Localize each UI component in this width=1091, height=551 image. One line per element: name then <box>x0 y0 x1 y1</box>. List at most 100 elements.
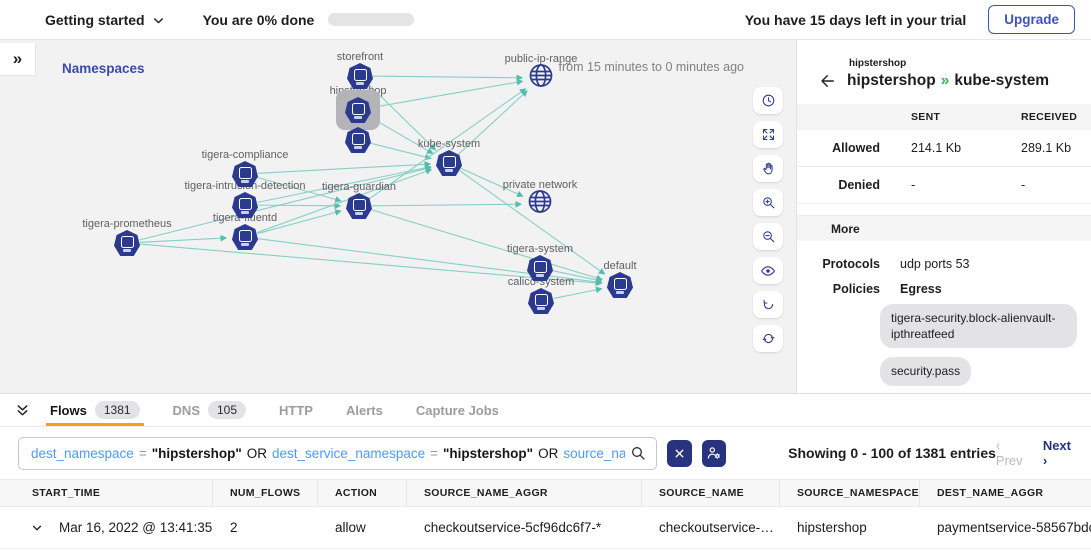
undo-button[interactable] <box>753 291 783 318</box>
node-label-kube-system: kube-system <box>418 138 480 150</box>
cell-action: allow <box>318 507 407 548</box>
prev-page-button[interactable]: ‹ Prev <box>996 438 1027 468</box>
protocols-row: Protocols udp ports 53 <box>797 257 1091 271</box>
start-time-text: Mar 16, 2022 @ 13:41:35.000 <box>59 520 213 535</box>
back-arrow-icon[interactable] <box>819 72 837 90</box>
fit-screen-button[interactable] <box>753 121 783 148</box>
panel-title: hipstershop»kube-system <box>847 72 1049 90</box>
stats-row-denied: Denied-- <box>797 167 1091 204</box>
tab-label: Alerts <box>346 403 383 418</box>
namespace-icon <box>232 224 258 250</box>
progress-text: You are 0% done <box>203 12 315 28</box>
search-row: dest_namespace="hipstershop"ORdest_servi… <box>0 427 1091 479</box>
graph-node-tigera-guardian[interactable] <box>346 193 372 219</box>
pan-button[interactable] <box>753 155 783 182</box>
query-token-keyword: OR <box>538 446 558 461</box>
upgrade-button[interactable]: Upgrade <box>988 5 1075 34</box>
tab-alerts[interactable]: Alerts <box>344 394 385 426</box>
graph-node-public-ip-range[interactable] <box>527 62 555 95</box>
time-range-text: from 15 minutes to 0 minutes ago <box>558 60 744 74</box>
namespace-icon <box>346 193 372 219</box>
zoom-out-icon <box>761 229 776 244</box>
user-query-settings-button[interactable] <box>702 440 727 467</box>
namespace-icon <box>345 127 371 153</box>
namespace-icon <box>114 230 140 256</box>
graph-node-tigera-intrusion-detection[interactable] <box>232 192 258 218</box>
edge-details-panel: hipstershop hipstershop»kube-system SENT… <box>796 40 1091 393</box>
column-header-start_time: START_TIME <box>0 480 213 506</box>
undo-icon <box>761 297 776 312</box>
zoom-in-button[interactable] <box>753 189 783 216</box>
next-page-button[interactable]: Next › <box>1043 438 1075 468</box>
tab-http[interactable]: HTTP <box>277 394 315 426</box>
tab-label: DNS <box>173 403 200 418</box>
more-section-header: More <box>797 215 1091 241</box>
cell-start_time: Mar 16, 2022 @ 13:41:35.000 <box>0 507 213 548</box>
tab-capture-jobs[interactable]: Capture Jobs <box>414 394 501 426</box>
node-label-tigera-system: tigera-system <box>507 243 573 255</box>
getting-started-dropdown[interactable]: Getting started <box>45 12 165 28</box>
panel-collapse-icon[interactable] <box>14 402 31 419</box>
sidebar-expand-button[interactable]: » <box>0 43 36 76</box>
close-icon <box>673 447 686 460</box>
tab-label: Capture Jobs <box>416 403 499 418</box>
node-label-tigera-compliance: tigera-compliance <box>202 149 289 161</box>
graph-node-acme[interactable] <box>345 127 371 153</box>
zoom-out-button[interactable] <box>753 223 783 250</box>
clock-button[interactable] <box>753 87 783 114</box>
trial-days-text: You have 15 days left in your trial <box>745 12 966 28</box>
policies-row: Policies Egress <box>797 282 1091 296</box>
table-row[interactable]: Mar 16, 2022 @ 13:41:35.0002allowcheckou… <box>0 507 1091 549</box>
query-token-value: "hipstershop" <box>152 446 242 461</box>
column-header-action: ACTION <box>318 480 407 506</box>
tab-dns[interactable]: DNS105 <box>171 394 248 426</box>
graph-toolbar <box>753 87 783 352</box>
clear-query-button[interactable] <box>667 440 692 467</box>
search-icon <box>630 445 646 461</box>
graph-node-tigera-system[interactable] <box>527 255 553 281</box>
namespace-icon <box>607 272 633 298</box>
progress-bar <box>328 13 414 26</box>
namespace-icon <box>527 255 553 281</box>
service-graph-panel: » Namespaces from 15 minutes to 0 minute… <box>0 40 796 393</box>
policy-pill[interactable]: security.pass <box>880 357 971 385</box>
visibility-icon <box>760 263 776 279</box>
table-header-row: START_TIMENUM_FLOWSACTIONSOURCE_NAME_AGG… <box>0 479 1091 507</box>
graph-node-tigera-fluentd[interactable] <box>232 224 258 250</box>
graph-title: Namespaces <box>62 61 145 76</box>
policy-pill-list: tigera-security.block-alienvault-ipthrea… <box>880 304 1091 393</box>
graph-node-tigera-prometheus[interactable] <box>114 230 140 256</box>
zoom-in-icon <box>761 195 776 210</box>
calico-cloud-app: Getting started You are 0% done You have… <box>0 0 1091 551</box>
pan-icon <box>761 161 776 176</box>
graph-node-calico-system[interactable] <box>528 288 554 314</box>
chevron-down-icon <box>152 14 165 27</box>
graph-node-default[interactable] <box>607 272 633 298</box>
user-gear-icon <box>706 445 722 461</box>
graph-node-storefront[interactable] <box>347 63 373 89</box>
graph-node-tigera-compliance[interactable] <box>232 161 258 187</box>
fit-screen-icon <box>761 127 776 142</box>
globe-icon <box>526 188 554 216</box>
query-token-field: dest_service_namespace <box>272 446 425 461</box>
cell-num_flows: 2 <box>213 507 318 548</box>
query-search-input[interactable]: dest_namespace="hipstershop"ORdest_servi… <box>18 437 657 470</box>
getting-started-label: Getting started <box>45 12 145 28</box>
namespace-icon <box>347 63 373 89</box>
query-token-op: = <box>139 446 147 461</box>
node-label-default: default <box>603 260 636 272</box>
refresh-button[interactable] <box>753 325 783 352</box>
namespace-icon <box>436 150 462 176</box>
cell-dest_name_aggr: paymentservice-58567bdcf-* <box>920 507 1091 548</box>
row-expand-icon[interactable] <box>30 521 44 535</box>
policy-pill[interactable]: tigera-security.block-alienvault-ipthrea… <box>880 304 1077 348</box>
visibility-button[interactable] <box>753 257 783 284</box>
graph-node-private-network[interactable] <box>526 188 554 221</box>
tab-label: HTTP <box>279 403 313 418</box>
graph-node-kube-system[interactable] <box>436 150 462 176</box>
stats-header: SENT RECEIVED <box>797 104 1091 130</box>
graph-edges <box>0 40 796 393</box>
graph-node-hipstershop[interactable] <box>345 97 371 123</box>
column-header-source_name_aggr: SOURCE_NAME_AGGR <box>407 480 642 506</box>
tab-flows[interactable]: Flows1381 <box>48 394 142 426</box>
